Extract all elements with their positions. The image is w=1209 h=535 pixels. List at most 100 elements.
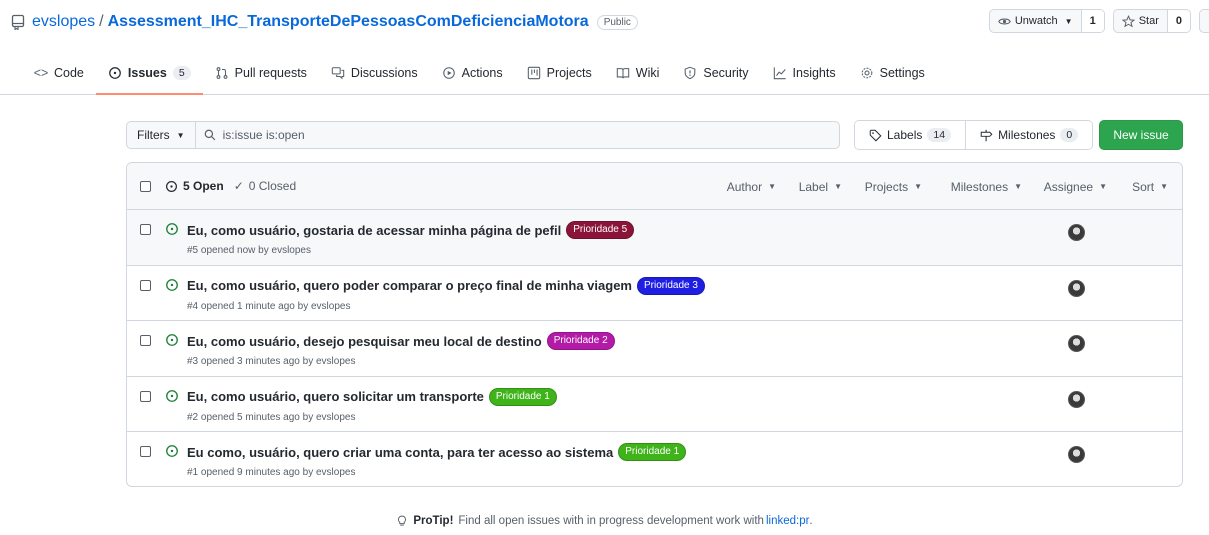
tab-label: Code	[54, 66, 84, 80]
issue-title-line: Eu, como usuário, gostaria de acessar mi…	[187, 221, 635, 239]
chevron-down-icon: ▼	[768, 182, 776, 191]
chevron-down-icon: ▼	[914, 182, 922, 191]
repo-separator: /	[99, 13, 104, 30]
tab-pull-requests[interactable]: Pull requests	[203, 58, 319, 88]
issue-row[interactable]: Eu, como usuário, quero poder comparar o…	[127, 266, 1182, 321]
issue-title-link[interactable]: Eu como, usuário, quero criar uma conta,…	[187, 445, 613, 460]
issue-opened-icon	[166, 389, 178, 402]
milestones-button[interactable]: Milestones 0	[965, 121, 1093, 149]
repo-actions: Unwatch ▼ 1 Star 0	[988, 9, 1209, 33]
filters-label: Filters	[137, 128, 170, 142]
protip-link-wrap: linked:pr.	[766, 515, 813, 527]
issue-row[interactable]: Eu, como usuário, quero solicitar um tra…	[127, 377, 1182, 432]
protip: ProTip! Find all open issues with in pro…	[0, 515, 1209, 527]
unwatch-button[interactable]: Unwatch ▼	[990, 10, 1081, 32]
fork-button-partial[interactable]	[1199, 9, 1209, 33]
issue-filter-bar: Filters ▼ is:issue is:open	[126, 121, 840, 149]
repo-nav-tabs: <> Code Issues 5 Pull requests Discussio…	[22, 58, 937, 95]
assignee-avatar[interactable]	[1068, 335, 1085, 352]
tab-label: Issues	[127, 66, 167, 80]
search-value: is:issue is:open	[222, 128, 305, 142]
issue-label-badge[interactable]: Prioridade 1	[618, 443, 687, 461]
issues-counter: 5	[172, 66, 191, 80]
watch-button-group: Unwatch ▼ 1	[988, 9, 1105, 33]
milestones-label: Milestones	[998, 128, 1056, 142]
chevron-down-icon: ▼	[176, 130, 185, 140]
tab-security[interactable]: Security	[671, 58, 760, 88]
issue-title-link[interactable]: Eu, como usuário, quero poder comparar o…	[187, 278, 632, 293]
assignee-avatar[interactable]	[1068, 390, 1085, 408]
label-filter-label: Label	[798, 179, 829, 194]
star-button[interactable]: Star	[1114, 10, 1167, 32]
issue-row[interactable]: Eu, como usuário, gostaria de acessar mi…	[127, 210, 1182, 266]
issues-list-header: 5 Open ✓ 0 Closed Author ▼ Label ▼ Project…	[127, 163, 1182, 210]
closed-issues-filter[interactable]: ✓ 0 Closed	[234, 179, 296, 193]
assignee-avatar[interactable]	[1068, 446, 1085, 463]
issue-row[interactable]: Eu como, usuário, quero criar uma conta,…	[127, 432, 1182, 486]
milestones-count: 0	[1060, 128, 1079, 142]
assignee-filter[interactable]: Assignee ▼	[1044, 180, 1107, 194]
issue-title-link[interactable]: Eu, como usuário, desejo pesquisar meu l…	[187, 334, 542, 349]
chevron-down-icon: ▼	[1064, 16, 1073, 26]
issue-checkbox[interactable]	[140, 446, 151, 457]
shield-icon	[685, 66, 696, 80]
tab-discussions[interactable]: Discussions	[319, 58, 430, 88]
protip-text: Find all open issues with in progress de…	[458, 515, 764, 527]
stars-count[interactable]: 0	[1166, 10, 1190, 32]
repo-header: evslopes / Assessment_IHC_TransporteDePe…	[0, 0, 1209, 95]
tab-actions[interactable]: Actions	[430, 58, 515, 88]
tab-projects[interactable]: Projects	[515, 58, 604, 88]
protip-link[interactable]: linked:pr	[766, 515, 809, 527]
issue-label-badge[interactable]: Prioridade 3	[636, 276, 705, 295]
issue-checkbox[interactable]	[140, 224, 151, 235]
tab-code[interactable]: <> Code	[22, 58, 96, 88]
issue-title-line: Eu, como usuário, desejo pesquisar meu l…	[187, 332, 615, 350]
search-input[interactable]: is:issue is:open	[195, 121, 840, 149]
assignee-avatar[interactable]	[1068, 279, 1085, 297]
issue-title-line: Eu, como usuário, quero poder comparar o…	[187, 276, 705, 295]
tab-insights[interactable]: Insights	[761, 58, 848, 88]
tab-label: Projects	[546, 66, 592, 80]
issue-row[interactable]: Eu, como usuário, desejo pesquisar meu l…	[127, 321, 1182, 377]
issue-title-link[interactable]: Eu, como usuário, gostaria de acessar mi…	[187, 223, 561, 238]
search-icon	[204, 129, 215, 141]
filters-dropdown[interactable]: Filters ▼	[126, 121, 196, 149]
issue-label-badge[interactable]: Prioridade 2	[546, 332, 615, 350]
repo-owner-link[interactable]: evslopes	[32, 13, 95, 31]
open-issues-filter[interactable]: 5 Open	[165, 179, 224, 193]
watchers-count[interactable]: 1	[1080, 10, 1104, 32]
repo-name-link[interactable]: Assessment_IHC_TransporteDePessoasComDef…	[108, 13, 589, 31]
label-filter[interactable]: Label ▼	[799, 180, 842, 194]
assignee-avatar[interactable]	[1068, 224, 1085, 241]
labels-milestones-group: Labels 14 Milestones 0	[854, 120, 1094, 150]
issue-label-badge[interactable]: Prioridade 1	[488, 387, 557, 406]
issue-checkbox[interactable]	[140, 279, 151, 291]
tab-settings[interactable]: Settings	[848, 58, 937, 88]
tab-issues[interactable]: Issues 5	[95, 58, 203, 95]
sort-filter[interactable]: Sort ▼	[1132, 180, 1168, 194]
select-all-checkbox[interactable]	[140, 180, 151, 192]
milestones-filter[interactable]: Milestones ▼	[951, 180, 1022, 194]
star-button-group: Star 0	[1112, 9, 1191, 33]
closed-count-label: 0 Closed	[248, 179, 297, 193]
chevron-down-icon: ▼	[1014, 182, 1022, 191]
issue-title-link[interactable]: Eu, como usuário, quero solicitar um tra…	[187, 389, 484, 404]
milestones-filter-label: Milestones	[950, 179, 1009, 194]
play-icon	[442, 67, 455, 79]
issue-checkbox[interactable]	[140, 390, 151, 402]
issue-meta: #1 opened 9 minutes ago by evslopes	[187, 467, 356, 478]
issue-opened-icon	[166, 334, 178, 346]
issue-label-badge[interactable]: Prioridade 5	[566, 221, 635, 239]
tab-label: Wiki	[635, 66, 660, 80]
new-issue-button[interactable]: New issue	[1099, 120, 1183, 150]
labels-button[interactable]: Labels 14	[855, 121, 966, 149]
star-icon	[1121, 14, 1135, 27]
chevron-down-icon: ▼	[1099, 182, 1107, 191]
tab-wiki[interactable]: Wiki	[604, 58, 672, 88]
discussion-icon	[331, 67, 345, 80]
light-bulb-icon	[398, 515, 407, 526]
projects-filter[interactable]: Projects ▼	[865, 180, 922, 194]
author-filter[interactable]: Author ▼	[727, 180, 776, 194]
tab-label: Pull requests	[234, 66, 307, 80]
issue-checkbox[interactable]	[140, 335, 151, 346]
